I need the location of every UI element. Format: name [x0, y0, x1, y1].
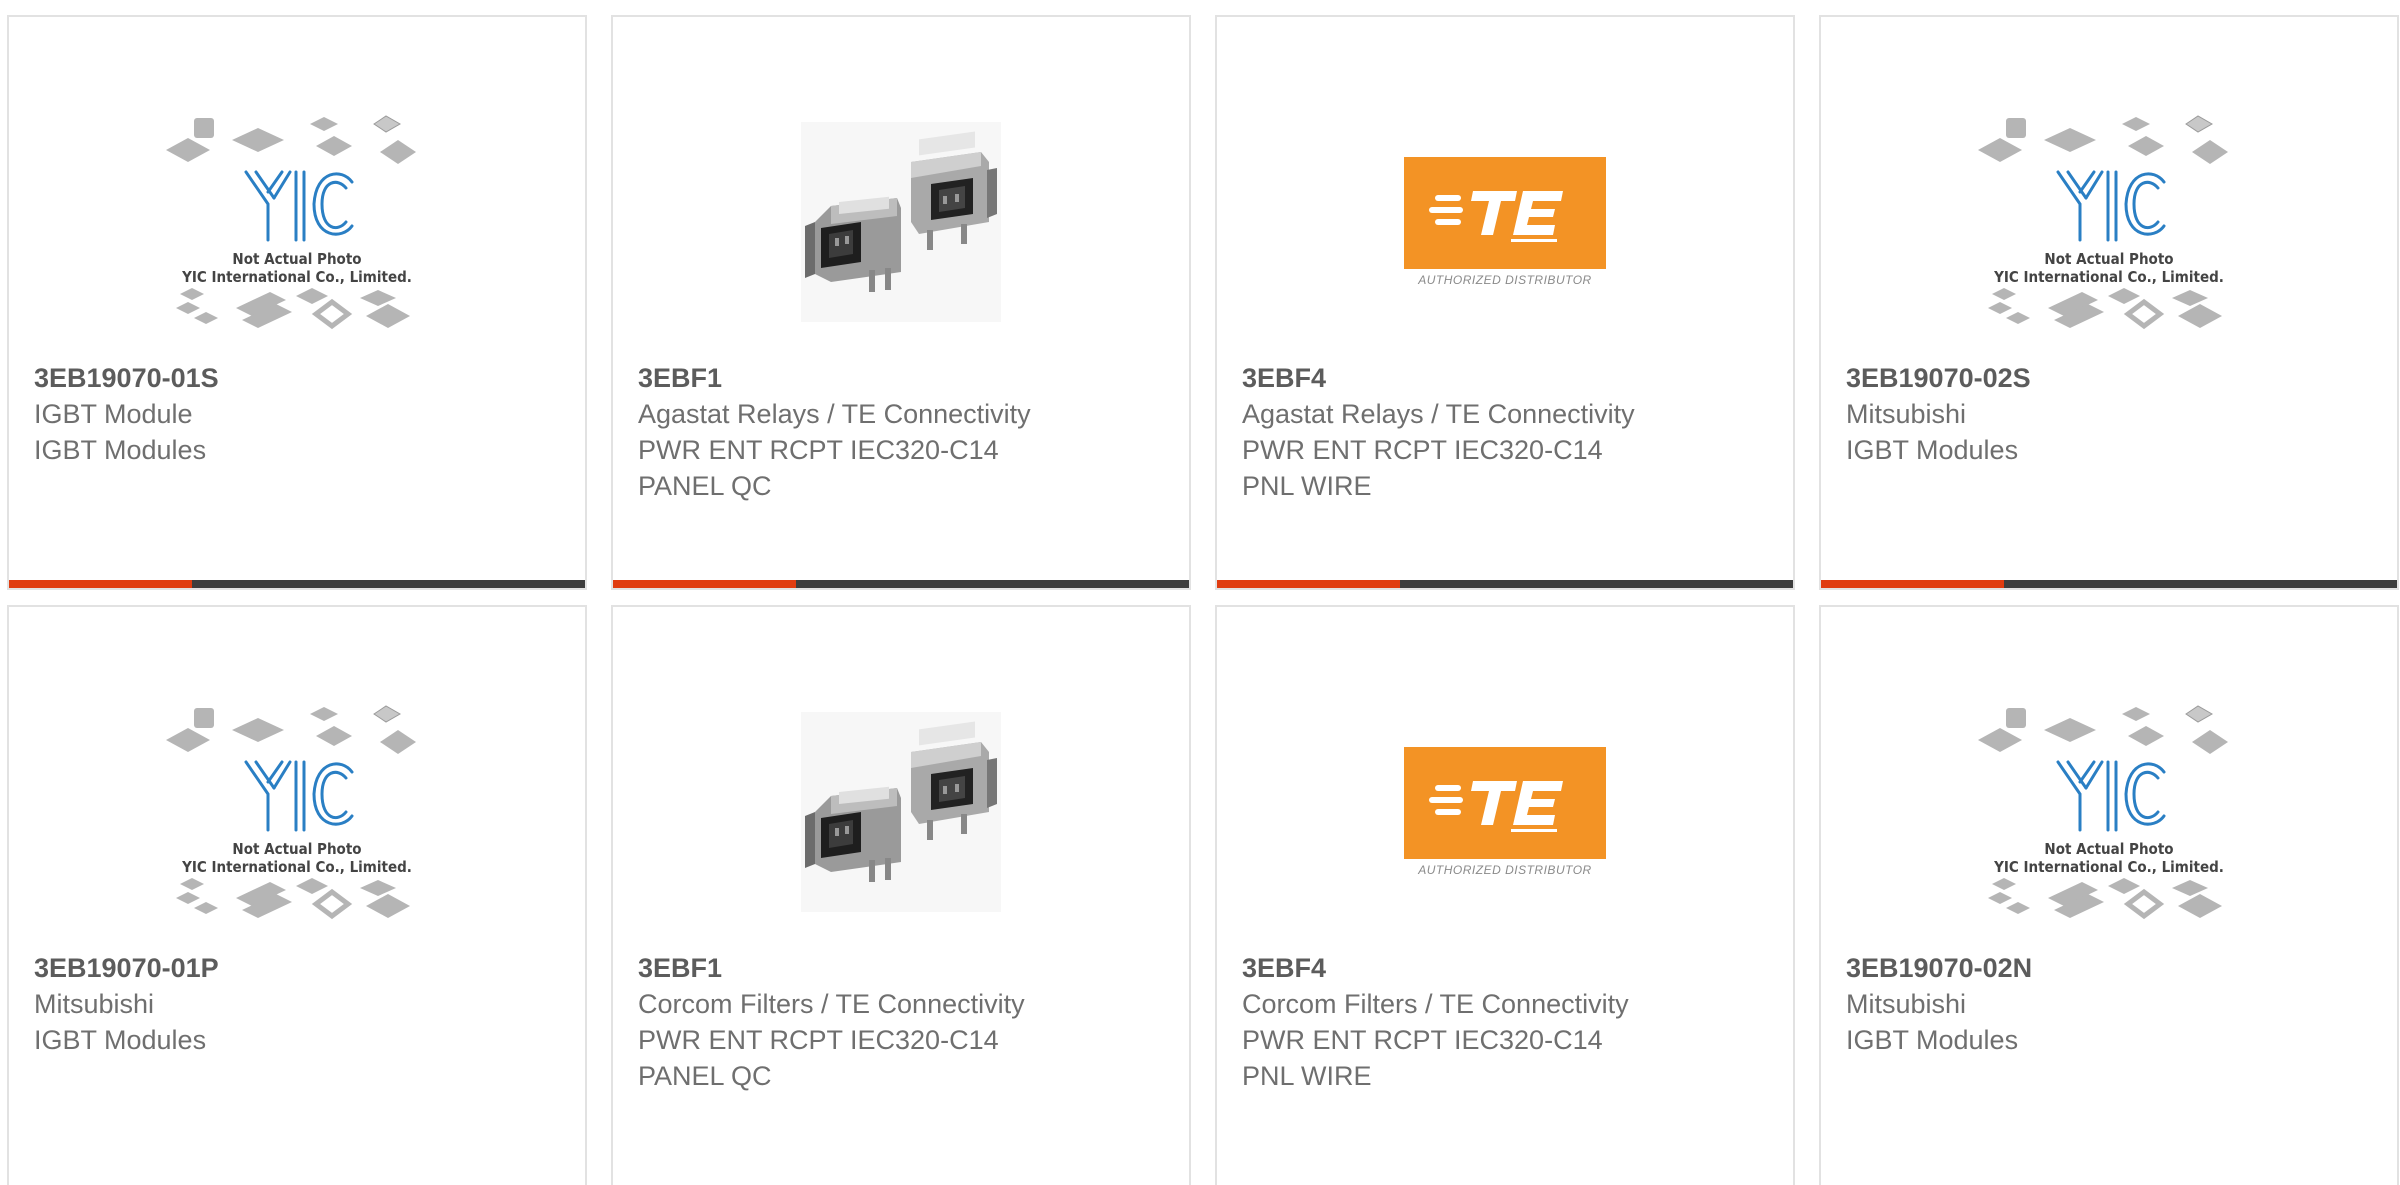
product-image[interactable]: AUTHORIZED DISTRIBUTOR	[1374, 92, 1636, 352]
part-number[interactable]: 3EB19070-01S	[34, 360, 565, 396]
product-card[interactable]: Not Actual Photo YIC International Co., …	[7, 15, 587, 590]
category: IGBT Modules	[1846, 435, 2019, 465]
part-number[interactable]: 3EB19070-02N	[1846, 950, 2377, 986]
yic-placeholder-image: Not Actual Photo YIC International Co., …	[166, 705, 416, 920]
yic-company-text: YIC International Co., Limited.	[181, 858, 412, 876]
product-image[interactable]	[770, 92, 1032, 352]
card-accent-bar	[613, 580, 796, 588]
te-logo-box	[1404, 747, 1606, 859]
manufacturer: Agastat Relays / TE Connectivity	[1242, 399, 1635, 429]
yic-company-text: YIC International Co., Limited.	[1993, 858, 2224, 876]
manufacturer: Mitsubishi	[34, 989, 155, 1019]
product-image[interactable]: Not Actual Photo YIC International Co., …	[166, 92, 428, 352]
card-bottom-bar	[1821, 580, 2397, 588]
card-accent-bar	[1217, 580, 1400, 588]
card-accent-bar	[1821, 580, 2004, 588]
product-info: 3EBF1 Agastat Relays / TE Connectivity P…	[638, 360, 1169, 504]
product-card[interactable]: AUTHORIZED DISTRIBUTOR 3EBF4 Agastat Rel…	[1215, 15, 1795, 590]
product-image[interactable]: AUTHORIZED DISTRIBUTOR	[1374, 682, 1636, 942]
description: PWR ENT RCPT IEC320-C14	[1242, 1025, 1603, 1055]
product-info: 3EB19070-01P Mitsubishi IGBT Modules	[34, 950, 565, 1058]
part-number[interactable]: 3EBF1	[638, 360, 1169, 396]
yic-placeholder-image: Not Actual Photo YIC International Co., …	[166, 115, 416, 330]
product-card[interactable]: 3EBF1 Agastat Relays / TE Connectivity P…	[611, 15, 1191, 590]
product-info: 3EBF4 Corcom Filters / TE Connectivity P…	[1242, 950, 1773, 1094]
part-number[interactable]: 3EBF1	[638, 950, 1169, 986]
product-image[interactable]: Not Actual Photo YIC International Co., …	[166, 682, 428, 942]
te-logo-box	[1404, 157, 1606, 269]
yic-not-actual-photo-text: Not Actual Photo	[232, 250, 361, 268]
product-card[interactable]: 3EBF1 Corcom Filters / TE Connectivity P…	[611, 605, 1191, 1185]
te-logo: AUTHORIZED DISTRIBUTOR	[1404, 747, 1606, 877]
product-info: 3EBF4 Agastat Relays / TE Connectivity P…	[1242, 360, 1773, 504]
yic-placeholder-image: Not Actual Photo YIC International Co., …	[1978, 705, 2228, 920]
te-connectivity-logo-icon	[1429, 191, 1563, 242]
part-number[interactable]: 3EB19070-02S	[1846, 360, 2377, 396]
category: IGBT Modules	[1846, 1025, 2019, 1055]
product-card[interactable]: AUTHORIZED DISTRIBUTOR 3EBF4 Corcom Filt…	[1215, 605, 1795, 1185]
te-connectivity-logo-icon	[1429, 781, 1563, 832]
description-line-2: PNL WIRE	[1242, 1061, 1372, 1091]
card-accent-bar	[9, 580, 192, 588]
product-grid: Not Actual Photo YIC International Co., …	[0, 0, 2400, 1185]
card-bottom-bar	[1217, 580, 1793, 588]
power-entry-module-photo	[801, 712, 1001, 912]
category: IGBT Modules	[34, 435, 207, 465]
manufacturer: Mitsubishi	[1846, 989, 1967, 1019]
card-bottom-bar	[613, 580, 1189, 588]
product-card[interactable]: Not Actual Photo YIC International Co., …	[1819, 15, 2399, 590]
authorized-distributor-text: AUTHORIZED DISTRIBUTOR	[1418, 863, 1592, 877]
manufacturer: Agastat Relays / TE Connectivity	[638, 399, 1031, 429]
product-info: 3EB19070-02N Mitsubishi IGBT Modules	[1846, 950, 2377, 1058]
description-line-2: PANEL QC	[638, 1061, 772, 1091]
description-line-2: PNL WIRE	[1242, 471, 1372, 501]
product-card[interactable]: Not Actual Photo YIC International Co., …	[7, 605, 587, 1185]
manufacturer: IGBT Module	[34, 399, 193, 429]
authorized-distributor-text: AUTHORIZED DISTRIBUTOR	[1418, 273, 1592, 287]
product-card[interactable]: Not Actual Photo YIC International Co., …	[1819, 605, 2399, 1185]
yic-not-actual-photo-text: Not Actual Photo	[232, 840, 361, 858]
product-image[interactable]: Not Actual Photo YIC International Co., …	[1978, 682, 2240, 942]
product-info: 3EB19070-02S Mitsubishi IGBT Modules	[1846, 360, 2377, 468]
yic-company-text: YIC International Co., Limited.	[1993, 268, 2224, 286]
yic-not-actual-photo-text: Not Actual Photo	[2044, 840, 2173, 858]
part-number[interactable]: 3EB19070-01P	[34, 950, 565, 986]
power-entry-module-photo	[801, 122, 1001, 322]
te-logo: AUTHORIZED DISTRIBUTOR	[1404, 157, 1606, 287]
product-image[interactable]: Not Actual Photo YIC International Co., …	[1978, 92, 2240, 352]
yic-placeholder-image: Not Actual Photo YIC International Co., …	[1978, 115, 2228, 330]
manufacturer: Corcom Filters / TE Connectivity	[1242, 989, 1629, 1019]
category: IGBT Modules	[34, 1025, 207, 1055]
yic-not-actual-photo-text: Not Actual Photo	[2044, 250, 2173, 268]
product-image[interactable]	[770, 682, 1032, 942]
product-info: 3EBF1 Corcom Filters / TE Connectivity P…	[638, 950, 1169, 1094]
description: PWR ENT RCPT IEC320-C14	[1242, 435, 1603, 465]
manufacturer: Mitsubishi	[1846, 399, 1967, 429]
part-number[interactable]: 3EBF4	[1242, 360, 1773, 396]
description: PWR ENT RCPT IEC320-C14	[638, 435, 999, 465]
yic-company-text: YIC International Co., Limited.	[181, 268, 412, 286]
description: PWR ENT RCPT IEC320-C14	[638, 1025, 999, 1055]
part-number[interactable]: 3EBF4	[1242, 950, 1773, 986]
description-line-2: PANEL QC	[638, 471, 772, 501]
manufacturer: Corcom Filters / TE Connectivity	[638, 989, 1025, 1019]
product-info: 3EB19070-01S IGBT Module IGBT Modules	[34, 360, 565, 468]
card-bottom-bar	[9, 580, 585, 588]
